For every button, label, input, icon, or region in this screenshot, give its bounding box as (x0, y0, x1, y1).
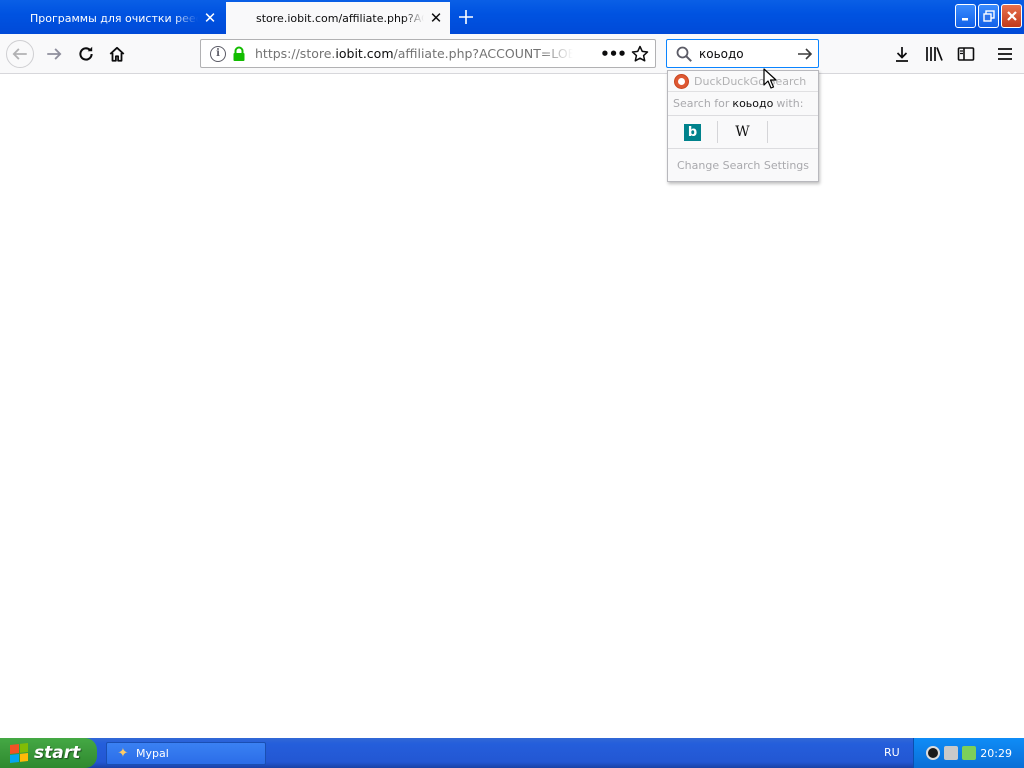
start-button[interactable]: start (0, 738, 97, 768)
info-icon[interactable]: i (210, 45, 226, 62)
arrow-left-icon (12, 48, 27, 60)
new-tab-button[interactable] (452, 4, 480, 30)
home-button[interactable] (103, 40, 131, 68)
search-suggestions-popup: DuckDuckGo Search Search for коьодо with… (667, 70, 819, 182)
arrow-right-shape (798, 48, 813, 60)
wikipedia-icon: W (735, 124, 750, 140)
search-go-arrow-icon[interactable] (796, 45, 814, 63)
tray-network-icon[interactable] (962, 746, 976, 760)
url-path: /affiliate.php?ACCOUNT=LOBIT& (393, 46, 573, 61)
url-text[interactable]: https://store.iobit.com/affiliate.php?AC… (255, 46, 573, 61)
duckduckgo-icon (674, 73, 689, 89)
address-bar[interactable]: i https://store.iobit.com/affiliate.php?… (200, 39, 656, 68)
tray-clock-app-icon[interactable] (926, 746, 940, 760)
minimize-icon (961, 18, 968, 21)
close-window-button[interactable] (1001, 4, 1022, 28)
reload-button[interactable] (72, 40, 100, 68)
restore-button[interactable] (978, 4, 999, 28)
plus-icon (459, 10, 473, 24)
tab-iobit-store[interactable]: store.iobit.com/affiliate.php?ACC ✕ (226, 2, 450, 34)
search-for-line: Search for коьодо with: (668, 92, 818, 116)
restore-icon (982, 10, 995, 22)
start-label: start (34, 743, 81, 763)
tab-label: Программы для очистки реестр (30, 11, 198, 25)
forward-button[interactable] (40, 40, 68, 68)
empty-engine-slot (768, 121, 818, 143)
change-search-settings-button[interactable]: Change Search Settings (668, 149, 818, 182)
tray-volume-icon[interactable] (944, 746, 958, 760)
mypal-app-icon: ✦ (117, 746, 129, 761)
library-button[interactable] (923, 43, 945, 65)
taskbar-item-mypal[interactable]: ✦ Mypal (106, 742, 266, 765)
minimize-button[interactable] (955, 4, 976, 28)
windows-logo-icon (10, 743, 28, 763)
download-icon (896, 47, 908, 62)
engine-name: DuckDuckGo Search (694, 74, 807, 88)
url-host: iobit.com (335, 46, 394, 61)
hamburger-icon (998, 48, 1012, 60)
url-scheme: https://store. (255, 46, 336, 61)
one-off-engines: b W (668, 116, 818, 149)
bookmark-star-icon[interactable] (630, 44, 650, 64)
tab-registry-cleaners[interactable]: Программы для очистки реестр ✕ (0, 2, 224, 34)
taskbar: start ✦ Mypal RU 20:29 (0, 738, 1024, 768)
close-tab-icon[interactable]: ✕ (202, 10, 218, 26)
close-icon (1006, 11, 1017, 21)
search-bar[interactable]: коьодо (666, 39, 819, 68)
library-icon (926, 47, 943, 61)
home-icon (109, 46, 125, 62)
magnifier-shape (676, 46, 692, 62)
padlock-shape (233, 46, 245, 61)
taskbar-item-label: Mypal (136, 747, 169, 760)
language-indicator[interactable]: RU (884, 746, 900, 759)
current-search-engine[interactable]: DuckDuckGo Search (668, 71, 818, 92)
close-tab-icon[interactable]: ✕ (428, 10, 444, 26)
mouse-cursor-icon (763, 68, 777, 89)
sidebar-icon (957, 47, 975, 61)
search-for-prefix: Search for (673, 97, 730, 110)
bing-engine-button[interactable]: b (668, 121, 718, 143)
reload-icon (79, 46, 93, 61)
clock[interactable]: 20:29 (980, 747, 1012, 760)
lock-icon[interactable] (232, 46, 246, 62)
page-actions-more-icon[interactable]: ••• (600, 45, 627, 63)
tab-label: store.iobit.com/affiliate.php?ACC (256, 11, 424, 25)
system-tray: 20:29 (913, 738, 1024, 768)
search-icon[interactable] (675, 45, 693, 63)
search-for-query: коьодо (732, 97, 774, 110)
search-for-suffix: with: (776, 97, 804, 110)
menu-button[interactable] (994, 43, 1016, 65)
wikipedia-engine-button[interactable]: W (718, 121, 768, 143)
downloads-button[interactable] (891, 43, 913, 65)
star-shape (631, 45, 649, 62)
navigation-toolbar: i https://store.iobit.com/affiliate.php?… (0, 34, 1024, 74)
sidebar-button[interactable] (955, 43, 977, 65)
title-bar: Программы для очистки реестр ✕ store.iob… (0, 0, 1024, 34)
bing-icon: b (684, 123, 701, 141)
back-button[interactable] (6, 40, 34, 68)
search-input[interactable]: коьодо (699, 47, 789, 61)
arrow-right-icon (47, 48, 62, 60)
